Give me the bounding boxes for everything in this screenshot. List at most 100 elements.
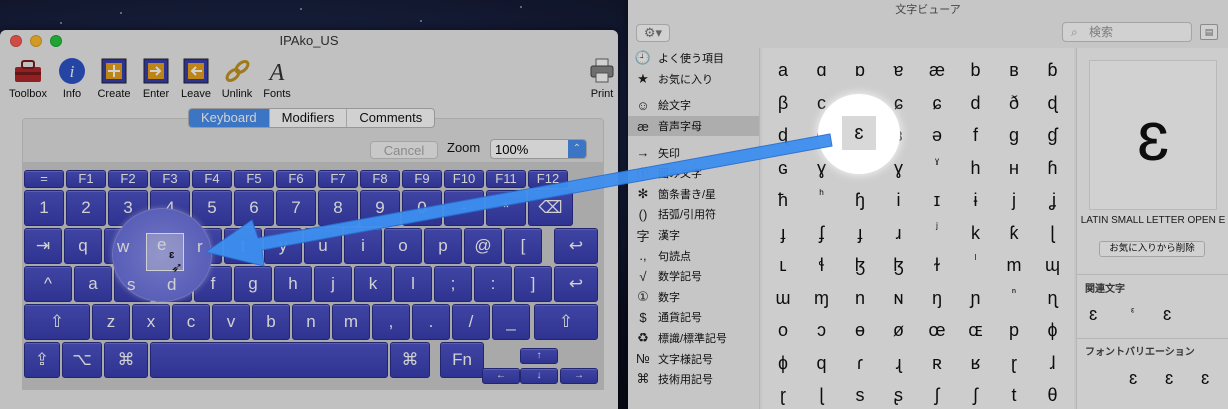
key-a-row-12[interactable]: ] (514, 266, 552, 302)
font-variant-char[interactable]: ɛ (1201, 368, 1209, 389)
key-q-row-13[interactable]: ↩ (554, 228, 598, 264)
character-cell[interactable]: ɸ (1034, 314, 1072, 346)
character-cell[interactable]: ɕ (918, 87, 956, 119)
character-cell[interactable]: f (957, 119, 995, 151)
character-cell[interactable]: ⁿ (995, 282, 1033, 314)
character-cell[interactable]: ʄ (803, 217, 841, 249)
enter-button[interactable]: Enter (134, 56, 178, 100)
key-a-row-5[interactable]: g (234, 266, 272, 302)
leave-button[interactable]: Leave (174, 56, 218, 100)
key-a-row-8[interactable]: k (354, 266, 392, 302)
character-cell[interactable]: ɽ (764, 379, 802, 409)
character-cell[interactable]: ɭ (803, 379, 841, 409)
character-cell[interactable]: s (841, 379, 879, 409)
key-bottom-4[interactable]: Fn (440, 342, 484, 378)
key-num-7[interactable]: 8 (318, 190, 358, 226)
key-q-row-5[interactable]: t (224, 228, 262, 264)
key-f3[interactable]: F3 (150, 170, 190, 188)
key-a-row-6[interactable]: h (274, 266, 312, 302)
character-cell[interactable]: ɴ (880, 282, 918, 314)
key-z-row-7[interactable]: m (332, 304, 370, 340)
character-cell[interactable]: ŋ (918, 282, 956, 314)
key-arrow-down[interactable]: ↓ (520, 368, 558, 384)
character-cell[interactable]: ɵ (841, 314, 879, 346)
character-cell[interactable]: ʰ (803, 184, 841, 216)
key-q-row-6[interactable]: y (264, 228, 302, 264)
character-cell[interactable]: ɧ (841, 184, 879, 216)
key-a-row-7[interactable]: j (314, 266, 352, 302)
key-z-row-11[interactable]: _ (492, 304, 530, 340)
key-num-4[interactable]: 5 (192, 190, 232, 226)
character-cell[interactable]: o (764, 314, 802, 346)
character-cell[interactable]: ɭ (1034, 217, 1072, 249)
character-cell[interactable]: ƙ (995, 217, 1033, 249)
category-item[interactable]: 🕘 よく使う項目 (628, 48, 759, 69)
character-cell[interactable]: ʟ (764, 249, 802, 281)
character-cell[interactable]: i (880, 184, 918, 216)
category-item[interactable]: ., 句読点 (628, 245, 759, 266)
character-cell[interactable]: ɟ (841, 217, 879, 249)
character-cell[interactable]: ɮ (880, 249, 918, 281)
character-cell[interactable]: ɪ (918, 184, 956, 216)
character-cell[interactable]: t (995, 379, 1033, 409)
character-cell[interactable]: ɖ (764, 119, 802, 151)
key-num-11[interactable]: * (486, 190, 526, 226)
category-item[interactable]: ✻ 箇条書き/星 (628, 184, 759, 205)
fonts-button[interactable]: A Fonts (255, 56, 299, 100)
print-button[interactable]: Print (580, 56, 618, 100)
character-cell[interactable]: d (957, 87, 995, 119)
character-cell[interactable]: ʃ (918, 379, 956, 409)
key-arrow-left[interactable]: ← (482, 368, 520, 384)
related-char[interactable]: ɛ (1089, 304, 1097, 325)
character-cell[interactable]: ɳ (1034, 282, 1072, 314)
character-cell[interactable]: ɡ (995, 119, 1033, 151)
cancel-button[interactable]: Cancel (370, 141, 438, 159)
key-num-10[interactable]: ‐ (444, 190, 484, 226)
character-cell[interactable]: b (957, 54, 995, 86)
key-a-row-11[interactable]: : (474, 266, 512, 302)
key-z-row-5[interactable]: b (252, 304, 290, 340)
key-bottom-0[interactable]: ⇪ (24, 342, 60, 378)
character-cell[interactable]: ɯ (764, 282, 802, 314)
character-cell[interactable]: ʝ (1034, 184, 1072, 216)
tab-keyboard[interactable]: Keyboard (189, 109, 270, 127)
key-arrow-right[interactable]: → (560, 368, 598, 384)
category-item[interactable]: ⓵ 囲み文字 (628, 163, 759, 184)
key-bottom-3[interactable]: ⌘ (390, 342, 430, 378)
character-cell[interactable]: æ (918, 54, 956, 86)
key-num-9[interactable]: 0 (402, 190, 442, 226)
category-item[interactable]: æ 音声字母 (628, 115, 759, 137)
category-item[interactable]: () 括弧/引用符 (628, 204, 759, 225)
key-space[interactable] (150, 342, 388, 378)
key-num-1[interactable]: 2 (66, 190, 106, 226)
key-z-row-0[interactable]: ⇧ (24, 304, 90, 340)
search-input[interactable]: ⌕ 検索 (1062, 22, 1192, 42)
key-q-row-12[interactable]: [ (504, 228, 542, 264)
key-z-row-9[interactable]: . (412, 304, 450, 340)
character-cell[interactable]: a (764, 54, 802, 86)
font-variant-char[interactable]: ɛ (1165, 368, 1173, 389)
character-cell[interactable]: ɒ (841, 54, 879, 86)
key-f9[interactable]: F9 (402, 170, 442, 188)
character-cell[interactable]: ʀ (918, 347, 956, 379)
character-cell[interactable]: ɐ (880, 54, 918, 86)
category-item[interactable]: ⌘ 技術用記号 (628, 369, 759, 390)
character-cell[interactable]: ɰ (1034, 249, 1072, 281)
character-cell[interactable]: ɮ (841, 249, 879, 281)
category-item[interactable]: → 矢印 (628, 142, 759, 163)
character-cell[interactable]: ʲ (918, 217, 956, 249)
key-a-row-9[interactable]: l (394, 266, 432, 302)
gear-menu-button[interactable]: ⚙▾ (636, 24, 670, 42)
category-item[interactable]: № 文字様記号 (628, 348, 759, 369)
key-q-row-9[interactable]: o (384, 228, 422, 264)
key-q-row-0[interactable]: ⇥ (24, 228, 62, 264)
zoom-select[interactable]: 100% ⌃ (490, 139, 587, 159)
key-z-row-10[interactable]: / (452, 304, 490, 340)
character-cell[interactable]: ħ (764, 184, 802, 216)
tab-comments[interactable]: Comments (347, 109, 434, 127)
key-q-row-7[interactable]: u (304, 228, 342, 264)
key-bottom-2[interactable]: ⌘ (104, 342, 148, 378)
key-f7[interactable]: F7 (318, 170, 358, 188)
key-return-lower[interactable]: ↩ (554, 266, 598, 302)
key-f11[interactable]: F11 (486, 170, 526, 188)
